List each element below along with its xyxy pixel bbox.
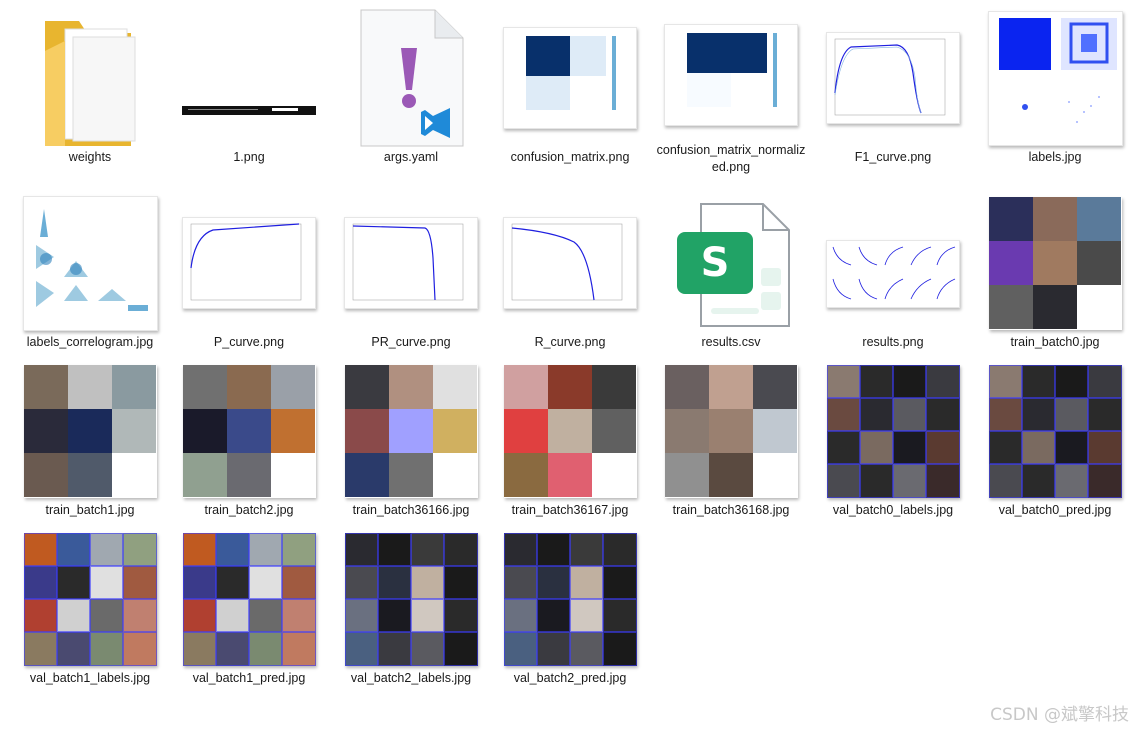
train-batch36167-thumbnail: [503, 364, 637, 498]
file-train-batch0[interactable]: train_batch0.jpg: [980, 193, 1130, 361]
file-results-png[interactable]: results.png: [818, 193, 968, 361]
file-p-curve[interactable]: P_curve.png: [174, 193, 324, 361]
train-batch0-thumbnail: [988, 196, 1122, 330]
file-results-csv[interactable]: S results.csv: [656, 193, 806, 361]
file-label: val_batch0_labels.jpg: [832, 503, 954, 517]
file-val-batch0-pred[interactable]: val_batch0_pred.jpg: [980, 361, 1130, 529]
pr-curve-thumbnail: [344, 217, 478, 309]
file-f1-curve[interactable]: F1_curve.png: [818, 8, 968, 176]
val-batch2-pred-thumbnail: [503, 532, 637, 666]
csdn-watermark: CSDN @斌擎科技: [990, 705, 1129, 725]
file-label: labels.jpg: [1028, 150, 1082, 164]
file-label: R_curve.png: [534, 335, 606, 349]
file-train-batch2[interactable]: train_batch2.jpg: [174, 361, 324, 529]
file-label: results.csv: [701, 335, 761, 349]
file-label: results.png: [862, 335, 924, 349]
file-confusion-matrix[interactable]: confusion_matrix.png: [495, 8, 645, 176]
file-label: weights: [68, 150, 112, 164]
file-label: train_batch0.jpg: [1010, 335, 1100, 349]
file-labels-correlogram[interactable]: labels_correlogram.jpg: [15, 193, 165, 361]
file-1-png[interactable]: 1.png: [174, 8, 324, 176]
file-label: args.yaml: [383, 150, 439, 164]
file-label: confusion_matrix_normalized.png: [656, 143, 806, 174]
confusion-matrix-thumbnail: [503, 27, 637, 129]
p-curve-thumbnail: [182, 217, 316, 309]
file-label: val_batch1_pred.jpg: [192, 671, 306, 685]
file-label: val_batch2_pred.jpg: [513, 671, 627, 685]
labels-thumbnail: [987, 10, 1123, 146]
r-curve-thumbnail: [503, 217, 637, 309]
file-label: F1_curve.png: [854, 150, 932, 164]
file-label: val_batch2_labels.jpg: [350, 671, 472, 685]
file-label: train_batch36168.jpg: [672, 503, 790, 517]
file-confusion-matrix-normalized[interactable]: confusion_matrix_normalized.png: [656, 8, 806, 176]
f1-curve-thumbnail: [826, 32, 960, 124]
file-train-batch36166[interactable]: train_batch36166.jpg: [336, 361, 486, 529]
file-label: train_batch1.jpg: [45, 503, 135, 517]
file-label: train_batch36166.jpg: [352, 503, 470, 517]
file-val-batch1-pred[interactable]: val_batch1_pred.jpg: [174, 529, 324, 697]
file-label: val_batch1_labels.jpg: [29, 671, 151, 685]
val-batch0-pred-thumbnail: [988, 364, 1122, 498]
file-label: val_batch0_pred.jpg: [998, 503, 1112, 517]
file-label: PR_curve.png: [371, 335, 451, 349]
val-batch1-labels-thumbnail: [23, 532, 157, 666]
val-batch0-labels-thumbnail: [826, 364, 960, 498]
spreadsheet-s-icon: S: [677, 202, 790, 327]
results-thumbnail: [826, 240, 960, 308]
file-pr-curve[interactable]: PR_curve.png: [336, 193, 486, 361]
folder-icon: [45, 20, 136, 146]
file-r-curve[interactable]: R_curve.png: [495, 193, 645, 361]
file-val-batch0-labels[interactable]: val_batch0_labels.jpg: [818, 361, 968, 529]
file-label: confusion_matrix.png: [510, 150, 630, 164]
file-label: P_curve.png: [213, 335, 285, 349]
val-batch2-labels-thumbnail: [344, 532, 478, 666]
file-train-batch36167[interactable]: train_batch36167.jpg: [495, 361, 645, 529]
val-batch1-pred-thumbnail: [182, 532, 316, 666]
svg-text:S: S: [701, 240, 730, 286]
vscode-yaml-icon: [360, 9, 464, 147]
file-val-batch2-labels[interactable]: val_batch2_labels.jpg: [336, 529, 486, 697]
confusion-matrix-normalized-thumbnail: [664, 23, 798, 126]
file-labels-jpg[interactable]: labels.jpg: [980, 8, 1130, 176]
file-label: labels_correlogram.jpg: [26, 335, 154, 349]
file-val-batch2-pred[interactable]: val_batch2_pred.jpg: [495, 529, 645, 697]
train-batch36166-thumbnail: [344, 364, 478, 498]
file-train-batch36168[interactable]: train_batch36168.jpg: [656, 361, 806, 529]
correlogram-thumbnail: [22, 195, 158, 331]
file-train-batch1[interactable]: train_batch1.jpg: [15, 361, 165, 529]
file-val-batch1-labels[interactable]: val_batch1_labels.jpg: [15, 529, 165, 697]
file-label: train_batch2.jpg: [204, 503, 294, 517]
train-batch1-thumbnail: [23, 364, 157, 498]
file-args-yaml[interactable]: args.yaml: [336, 8, 486, 176]
train-batch2-thumbnail: [182, 364, 316, 498]
console-thumbnail: [182, 105, 316, 115]
train-batch36168-thumbnail: [664, 364, 798, 498]
file-label: train_batch36167.jpg: [511, 503, 629, 517]
file-weights[interactable]: weights: [15, 8, 165, 176]
file-label: 1.png: [233, 150, 265, 164]
